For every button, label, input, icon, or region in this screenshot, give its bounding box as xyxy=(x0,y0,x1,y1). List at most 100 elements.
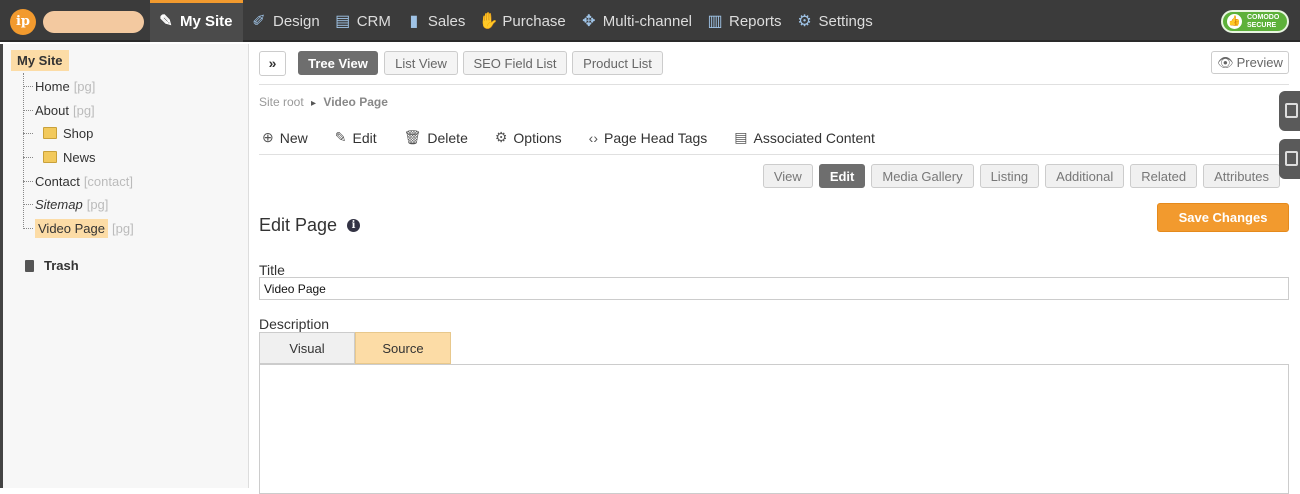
subtab-edit[interactable]: Edit xyxy=(818,164,866,188)
side-panel-image-handle[interactable] xyxy=(1279,91,1300,131)
breadcrumb-separator-icon: ▸ xyxy=(311,98,317,109)
plus-circle-icon: ⊕ xyxy=(262,129,274,145)
title-label: Title xyxy=(259,262,285,278)
info-icon[interactable]: i xyxy=(347,219,361,232)
description-label: Description xyxy=(259,316,330,332)
badge-line1: COMODO xyxy=(1247,14,1280,21)
trash-label: Trash xyxy=(44,258,79,273)
pencil-icon: ✎ xyxy=(334,129,347,145)
tree-root-my-site[interactable]: My Site xyxy=(11,50,69,71)
subtab-related[interactable]: Related xyxy=(1130,164,1198,188)
image-icon xyxy=(1285,103,1298,118)
tree-item-about[interactable]: About [pg] xyxy=(23,101,95,119)
bar-chart-tag-icon: ▮ xyxy=(409,13,419,30)
tree-item-tag: [pg] xyxy=(112,220,134,236)
tree-item-label: Contact xyxy=(35,173,80,189)
title-input[interactable] xyxy=(259,277,1289,300)
nav-label: Settings xyxy=(818,12,873,30)
tree-item-label: About xyxy=(35,102,69,118)
save-changes-button[interactable]: Save Changes xyxy=(1157,203,1289,232)
subtab-media-gallery[interactable]: Media Gallery xyxy=(871,164,974,188)
nav-label: Sales xyxy=(427,12,466,30)
page-head-tags-button[interactable]: ‹› Page Head Tags xyxy=(589,129,708,146)
tab-tree-view[interactable]: Tree View xyxy=(298,51,378,75)
tree-item-label: Video Page xyxy=(35,218,108,238)
tree-item-contact[interactable]: Contact [contact] xyxy=(23,172,133,190)
tree-item-tag: [contact] xyxy=(83,173,133,189)
expand-sidebar-button[interactable]: » xyxy=(259,51,286,76)
subtab-listing[interactable]: Listing xyxy=(979,164,1040,188)
page-icon xyxy=(1285,151,1298,166)
tree-item-shop[interactable]: Shop xyxy=(23,124,93,142)
tab-seo-field-list[interactable]: SEO Field List xyxy=(463,51,567,75)
folder-icon xyxy=(43,151,57,163)
nav-sales[interactable]: ▮ Sales xyxy=(398,0,473,42)
handshake-icon: ✋ xyxy=(478,13,499,30)
nav-multi-channel[interactable]: ✥ Multi-channel xyxy=(573,0,699,42)
tree-item-news[interactable]: News xyxy=(23,148,96,166)
subtab-attributes[interactable]: Attributes xyxy=(1203,164,1280,188)
page-actions-bar: ⊕ New ✎ Edit 🗑 Delete ⚙ Options ‹› Page Head … xyxy=(262,129,902,146)
editor-tab-source[interactable]: Source xyxy=(355,332,451,364)
nav-purchase[interactable]: ✋ Purchase xyxy=(472,0,572,42)
comodo-secure-badge: 👍 COMODO SECURE xyxy=(1221,10,1289,33)
gear-icon: ⚙ xyxy=(797,13,812,30)
editor-tab-visual[interactable]: Visual xyxy=(259,332,355,364)
tree-item-sitemap[interactable]: Sitemap [pg] xyxy=(23,195,108,213)
tree-item-label: Home xyxy=(35,78,70,94)
tree-item-video-page[interactable]: Video Page [pg] xyxy=(23,218,134,238)
tab-list-view[interactable]: List View xyxy=(384,51,458,75)
tree-item-tag: [pg] xyxy=(73,78,96,94)
new-button[interactable]: ⊕ New xyxy=(262,129,308,146)
tree-item-label: Sitemap xyxy=(35,196,83,212)
preview-label: Preview xyxy=(1236,55,1283,70)
nav-label: CRM xyxy=(356,12,391,30)
breadcrumb-root[interactable]: Site root xyxy=(259,95,304,109)
breadcrumb: Site root ▸ Video Page xyxy=(259,95,388,109)
tree-item-label: Shop xyxy=(63,125,94,141)
nav-design[interactable]: ✐ Design xyxy=(243,0,327,42)
side-panel-page-handle[interactable] xyxy=(1279,139,1300,179)
ip-logo[interactable]: ip xyxy=(10,9,36,35)
gear-icon: ⚙ xyxy=(494,129,508,145)
brush-icon: ✐ xyxy=(252,13,266,30)
tree-item-trash[interactable]: Trash xyxy=(25,258,79,273)
thumbs-up-icon: 👍 xyxy=(1227,14,1242,29)
folder-icon xyxy=(43,127,57,139)
description-editor[interactable] xyxy=(259,364,1289,494)
code-icon: ‹› xyxy=(588,129,598,146)
site-tree-sidebar: My Site Home [pg] About [pg] Shop News Con… xyxy=(0,44,249,488)
divider xyxy=(259,154,1289,155)
report-icon: ▥ xyxy=(707,13,723,30)
page-title-text: Edit Page xyxy=(259,215,338,235)
preview-button[interactable]: 👁 Preview xyxy=(1211,51,1289,74)
edit-button[interactable]: ✎ Edit xyxy=(335,129,377,146)
tab-product-list[interactable]: Product List xyxy=(572,51,663,75)
divider xyxy=(259,84,1289,85)
subtab-view[interactable]: View xyxy=(762,164,813,188)
nav-settings[interactable]: ⚙ Settings xyxy=(789,0,880,42)
eye-icon: 👁 xyxy=(1217,54,1234,70)
site-name-pill[interactable] xyxy=(43,11,144,33)
delete-button[interactable]: 🗑 Delete xyxy=(404,129,468,146)
nav-label: My Site xyxy=(180,12,233,30)
nav-my-site[interactable]: ✎ My Site xyxy=(150,0,243,42)
nav-crm[interactable]: ▤ CRM xyxy=(327,0,398,42)
nav-reports[interactable]: ▥ Reports xyxy=(699,0,789,42)
action-label: Page Head Tags xyxy=(604,129,708,146)
subtab-additional[interactable]: Additional xyxy=(1045,164,1125,188)
options-button[interactable]: ⚙ Options xyxy=(495,129,562,146)
tree-item-tag: [pg] xyxy=(86,196,109,212)
trash-icon: 🗑 xyxy=(403,129,422,145)
nav-label: Reports xyxy=(729,12,782,30)
contact-card-icon: ▤ xyxy=(335,13,351,30)
nav-label: Purchase xyxy=(502,12,566,30)
nav-label: Design xyxy=(273,12,320,30)
nav-label: Multi-channel xyxy=(602,12,692,30)
action-label: New xyxy=(279,129,308,146)
tree-item-tag: [pg] xyxy=(72,102,95,118)
trash-icon xyxy=(25,259,34,272)
associated-content-button[interactable]: ▤ Associated Content xyxy=(734,129,875,146)
main-nav: ✎ My Site ✐ Design ▤ CRM ▮ Sales ✋ Purchase ✥… xyxy=(150,0,880,42)
tree-item-home[interactable]: Home [pg] xyxy=(23,77,95,95)
